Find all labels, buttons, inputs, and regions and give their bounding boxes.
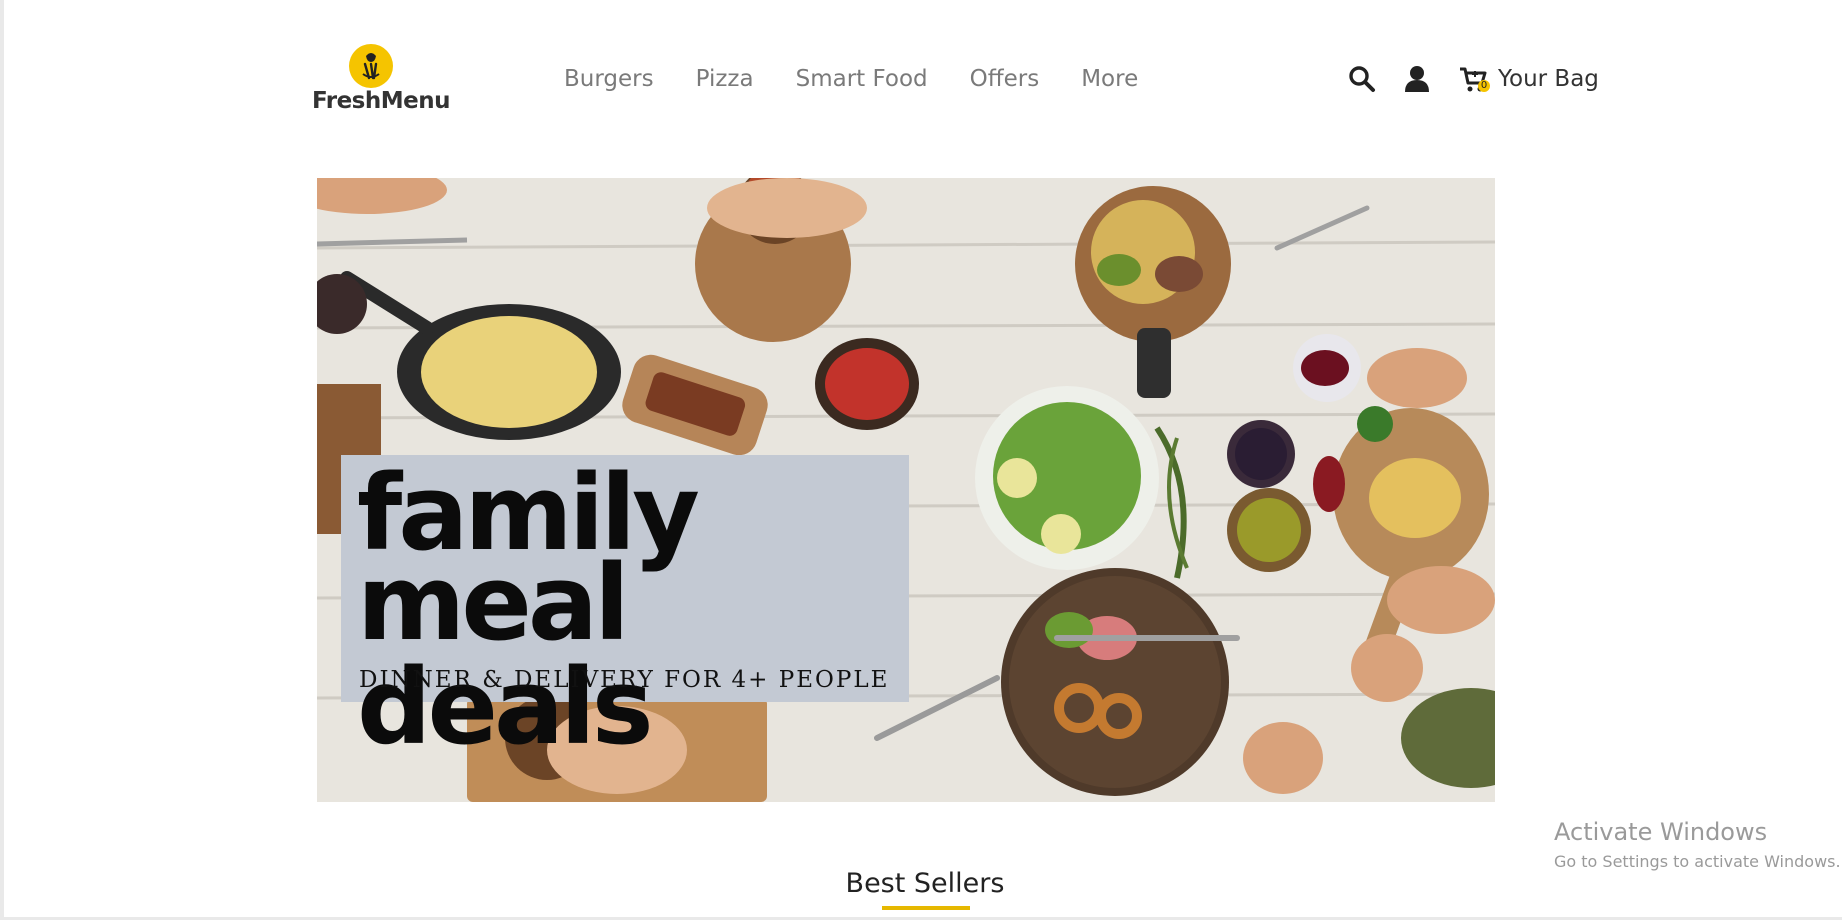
logo-wordmark: FreshMenu	[312, 88, 450, 114]
best-sellers-heading: Best Sellers	[845, 868, 1005, 899]
nav-offers[interactable]: Offers	[970, 66, 1040, 96]
nav-pizza[interactable]: Pizza	[696, 66, 754, 96]
freshmenu-logo[interactable]: FreshMenu	[312, 42, 450, 116]
nav-more[interactable]: More	[1081, 66, 1138, 96]
user-icon[interactable]	[1402, 64, 1432, 94]
windows-activation-watermark: Activate Windows Go to Settings to activ…	[1554, 818, 1841, 871]
nav-smart-food[interactable]: Smart Food	[796, 66, 928, 96]
promo-headline-line2: meal deals	[357, 542, 654, 768]
promo-subtitle: DINNER & DELIVERY FOR 4+ PEOPLE	[359, 667, 890, 693]
chef-mascot-icon	[349, 44, 393, 88]
watermark-title: Activate Windows	[1554, 818, 1768, 846]
watermark-subtitle: Go to Settings to activate Windows.	[1554, 852, 1841, 871]
cart-count-badge: 0	[1478, 80, 1490, 92]
site-header: FreshMenu Burgers Pizza Smart Food Offer…	[0, 0, 1842, 140]
promo-card: family meal deals DINNER & DELIVERY FOR …	[341, 455, 909, 759]
nav-burgers[interactable]: Burgers	[564, 66, 654, 96]
your-bag-link[interactable]: Your Bag	[1498, 66, 1599, 92]
main-nav: Burgers Pizza Smart Food Offers More	[564, 66, 1180, 96]
hero-banner[interactable]: family meal deals DINNER & DELIVERY FOR …	[317, 178, 1495, 802]
search-icon[interactable]	[1347, 64, 1377, 94]
heading-underline	[882, 906, 970, 910]
